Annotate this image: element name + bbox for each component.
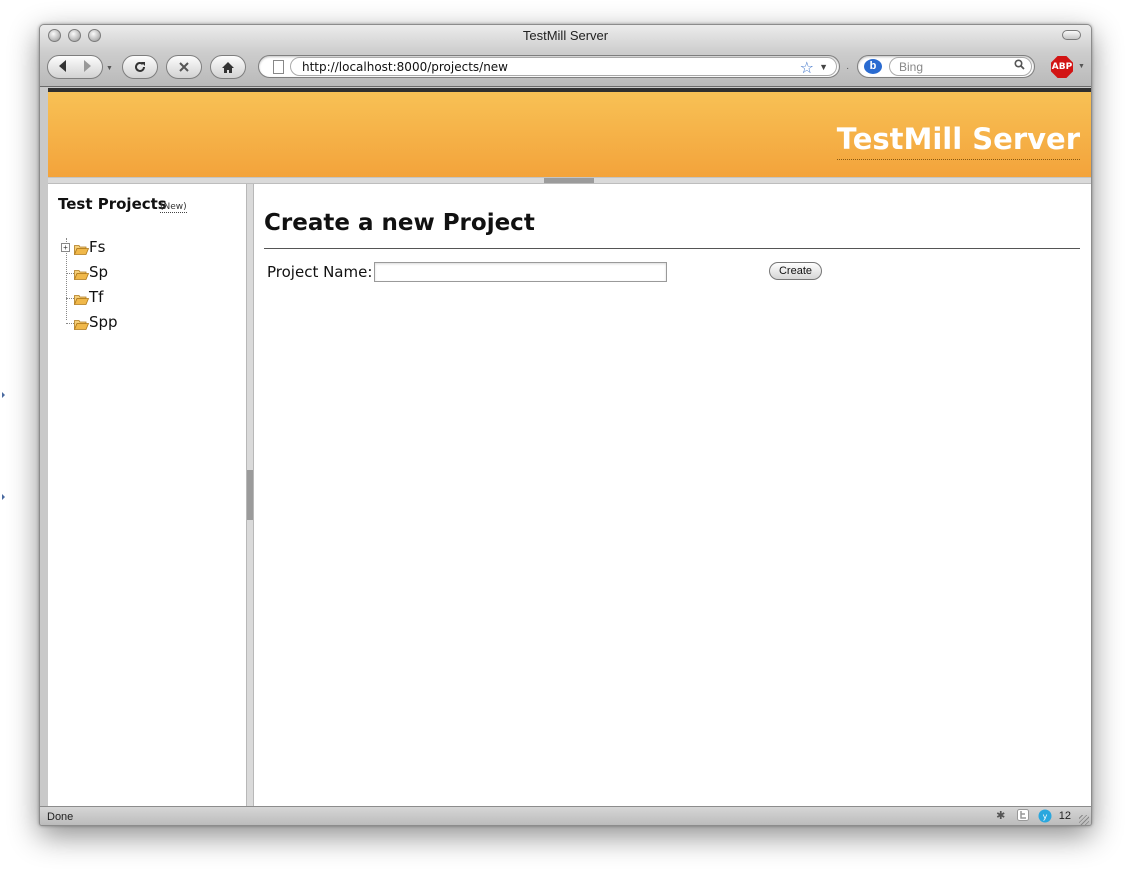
- site-banner: TestMill Server: [48, 92, 1091, 177]
- url-dropdown-icon[interactable]: ▼: [819, 62, 828, 72]
- svg-text:y: y: [1042, 812, 1047, 821]
- tree-item-label[interactable]: Tf: [89, 288, 103, 306]
- window-title: TestMill Server: [522, 28, 609, 43]
- main-panel: Create a new Project Project Name: Creat…: [254, 184, 1091, 806]
- sidebar-heading: Test Projects: [58, 195, 167, 213]
- toolbar-separator: ·: [846, 63, 850, 74]
- firebug-icon[interactable]: ✱: [993, 809, 1009, 823]
- folder-icon: [73, 242, 90, 255]
- page-title: Create a new Project: [264, 210, 535, 236]
- toolbar-toggle-button[interactable]: [1062, 30, 1081, 40]
- heading-divider: [264, 248, 1080, 249]
- stop-button[interactable]: [166, 55, 202, 79]
- reload-icon: [133, 60, 147, 74]
- title-bar: TestMill Server ▼ http://localhost:8000/…: [40, 25, 1091, 87]
- url-text: http://localhost:8000/projects/new: [302, 60, 508, 74]
- badge-count: 12: [1058, 810, 1071, 822]
- new-project-link[interactable]: (New): [160, 202, 187, 213]
- home-button[interactable]: [210, 55, 246, 79]
- status-text: Done: [47, 811, 74, 823]
- search-icon[interactable]: [1014, 59, 1025, 73]
- search-bar: b Bing: [857, 55, 1035, 78]
- adblock-icon[interactable]: ABP: [1051, 56, 1073, 78]
- sidebar-collapse-marker-bottom[interactable]: [2, 494, 5, 500]
- horizontal-splitter[interactable]: [48, 177, 1091, 184]
- expand-icon[interactable]: +: [61, 243, 70, 252]
- history-dropdown-icon[interactable]: ▼: [106, 65, 113, 72]
- status-bar: Done ✱ y 12: [40, 806, 1091, 825]
- tree-item-label[interactable]: Fs: [89, 238, 105, 256]
- home-icon: [221, 61, 235, 74]
- vertical-splitter[interactable]: [246, 184, 254, 806]
- create-button[interactable]: Create: [769, 262, 822, 280]
- adblock-dropdown-icon[interactable]: ▼: [1078, 63, 1085, 70]
- resize-grip-icon[interactable]: [1079, 815, 1089, 825]
- tree-item-fs[interactable]: + Fs: [61, 238, 181, 262]
- project-name-label: Project Name:: [267, 263, 373, 281]
- tree-item-label[interactable]: Sp: [89, 263, 108, 281]
- twitter-icon[interactable]: [1015, 809, 1031, 823]
- bookmark-star-icon[interactable]: ☆: [800, 58, 814, 78]
- reload-button[interactable]: [122, 55, 158, 79]
- yahoo-icon[interactable]: y: [1037, 809, 1053, 823]
- tree-item-spp[interactable]: Spp: [61, 313, 181, 337]
- forward-icon[interactable]: [77, 56, 99, 78]
- status-icons: ✱ y 12: [993, 809, 1071, 823]
- page-content: TestMill Server Test Projects (New) + Fs: [48, 88, 1091, 806]
- sidebar-collapse-marker-top[interactable]: [2, 392, 5, 398]
- project-sidebar: Test Projects (New) + Fs Sp Tf Spp: [48, 184, 246, 806]
- site-title[interactable]: TestMill Server: [836, 123, 1080, 160]
- tree-item-sp[interactable]: Sp: [61, 263, 181, 287]
- back-forward-group: [47, 55, 103, 79]
- search-placeholder: Bing: [899, 60, 924, 74]
- project-name-input[interactable]: [374, 262, 667, 282]
- stop-icon: [178, 61, 190, 73]
- folder-icon: [73, 267, 90, 280]
- browser-window: TestMill Server ▼ http://localhost:8000/…: [39, 24, 1092, 826]
- address-bar: http://localhost:8000/projects/new ☆ ▼: [258, 55, 840, 78]
- folder-icon: [73, 317, 90, 330]
- url-input[interactable]: http://localhost:8000/projects/new ☆ ▼: [290, 57, 837, 78]
- back-icon[interactable]: [53, 56, 75, 78]
- tree-item-tf[interactable]: Tf: [61, 288, 181, 312]
- vertical-splitter-handle[interactable]: [247, 470, 253, 520]
- search-engine-icon[interactable]: b: [864, 59, 882, 74]
- folder-icon: [73, 292, 90, 305]
- horizontal-splitter-handle[interactable]: [544, 178, 594, 183]
- tree-item-label[interactable]: Spp: [89, 313, 118, 331]
- page-icon: [273, 60, 284, 74]
- search-input[interactable]: Bing: [889, 57, 1032, 76]
